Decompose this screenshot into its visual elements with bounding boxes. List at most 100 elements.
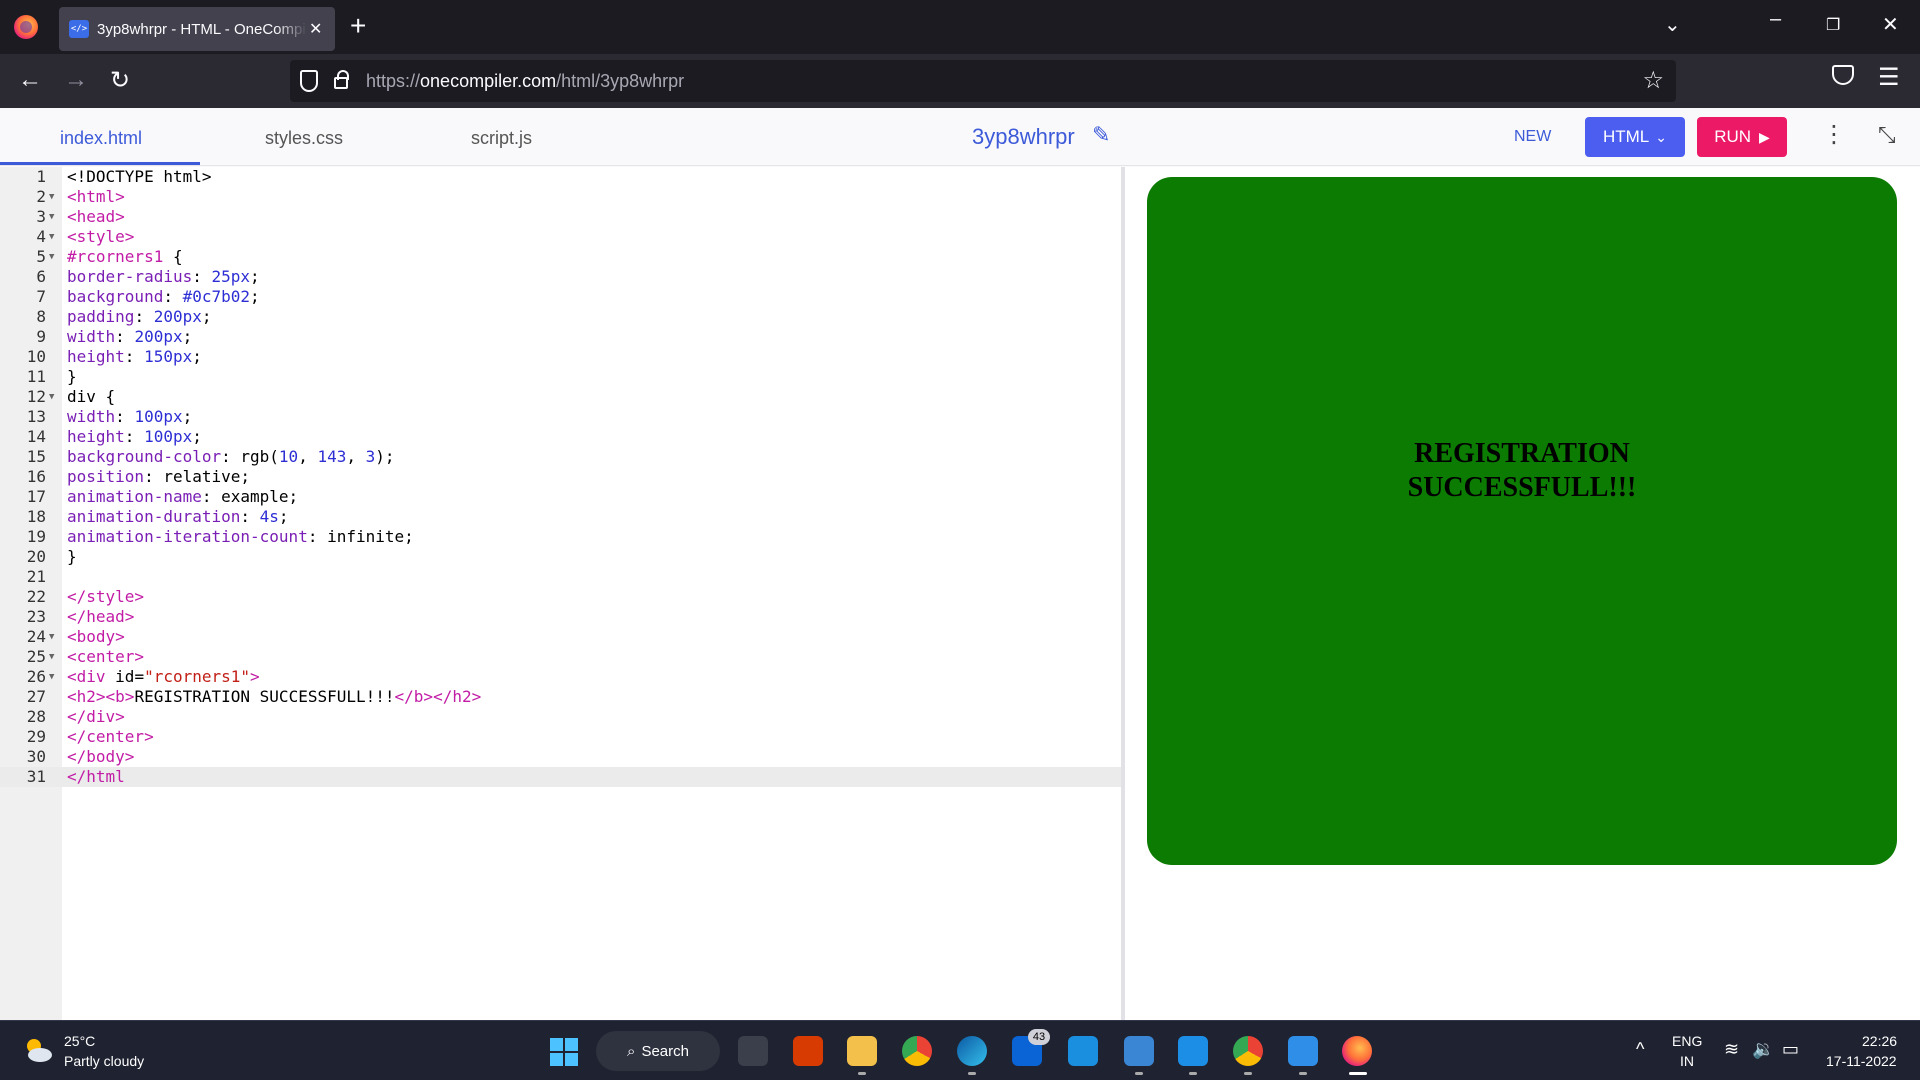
code-line[interactable]: 24 ▼ <body> xyxy=(0,627,1121,647)
new-tab-button[interactable]: + xyxy=(350,10,366,42)
wifi-icon[interactable]: ≋ xyxy=(1724,1039,1739,1060)
windows-taskbar: 25°C Partly cloudy ⌕ Search 43 ^ ENG IN … xyxy=(0,1020,1920,1080)
fold-arrow-icon[interactable]: ▼ xyxy=(49,627,54,647)
tab-list-chevron-icon[interactable]: ⌄ xyxy=(1664,12,1681,37)
input-region[interactable]: IN xyxy=(1680,1053,1694,1069)
fold-arrow-icon[interactable]: ▼ xyxy=(49,227,54,247)
code-lines[interactable]: 1 <!DOCTYPE html> 2 ▼ <html> 3 ▼ <head> 4 ▼ <style… xyxy=(0,167,1121,787)
partly-cloudy-icon[interactable] xyxy=(22,1035,54,1065)
code-line[interactable]: 11} xyxy=(0,367,1121,387)
close-window-button[interactable]: ✕ xyxy=(1882,12,1899,37)
code-line[interactable]: 12 ▼ div { xyxy=(0,387,1121,407)
code-text: background-color: rgb(10, 143, 3); xyxy=(67,447,395,467)
run-button[interactable]: RUN ▶ xyxy=(1697,117,1787,157)
code-editor[interactable]: 1 <!DOCTYPE html> 2 ▼ <html> 3 ▼ <head> 4 ▼ <style… xyxy=(0,167,1121,1020)
code-line[interactable]: 22 </style> xyxy=(0,587,1121,607)
fold-arrow-icon[interactable]: ▼ xyxy=(49,647,54,667)
code-line[interactable]: 13 width: 100px; xyxy=(0,407,1121,427)
tab-script-js[interactable]: script.js xyxy=(471,128,532,149)
vscode-icon[interactable] xyxy=(1178,1036,1208,1066)
pencil-edit-icon[interactable]: ✎ xyxy=(1092,122,1110,148)
code-token: ; xyxy=(182,407,193,426)
close-tab-icon[interactable]: ✕ xyxy=(309,19,322,39)
code-text: <center> xyxy=(67,647,144,667)
back-arrow-icon[interactable]: ← xyxy=(18,66,42,94)
forward-arrow-icon[interactable]: → xyxy=(64,66,88,94)
input-language[interactable]: ENG xyxy=(1672,1033,1702,1049)
task-view-icon[interactable] xyxy=(738,1036,768,1066)
code-line[interactable]: 31 </html xyxy=(0,767,1121,787)
clock-date[interactable]: 17-11-2022 xyxy=(1826,1053,1897,1069)
fold-arrow-icon[interactable]: ▼ xyxy=(49,247,54,267)
tab-index-html[interactable]: index.html xyxy=(60,128,142,149)
lock-icon[interactable] xyxy=(334,70,349,89)
weather-temperature[interactable]: 25°C xyxy=(64,1033,95,1049)
code-line[interactable]: 8 padding: 200px; xyxy=(0,307,1121,327)
code-line[interactable]: 17 animation-name: example; xyxy=(0,487,1121,507)
code-line[interactable]: 26 ▼ <div id="rcorners1"> xyxy=(0,667,1121,687)
tray-chevron-up-icon[interactable]: ^ xyxy=(1636,1039,1644,1060)
project-title[interactable]: 3yp8whrpr xyxy=(972,124,1075,150)
code-line[interactable]: 25 ▼ <center> xyxy=(0,647,1121,667)
code-line[interactable]: 15 background-color: rgb(10, 143, 3); xyxy=(0,447,1121,467)
tracking-shield-icon[interactable] xyxy=(300,70,318,92)
code-token: width xyxy=(67,407,116,426)
code-line[interactable]: 29 </center> xyxy=(0,727,1121,747)
more-options-icon[interactable]: ⋮ xyxy=(1822,120,1846,149)
bookmark-star-icon[interactable]: ☆ xyxy=(1642,66,1664,95)
fold-arrow-icon[interactable]: ▼ xyxy=(49,387,54,407)
code-line[interactable]: 30 </body> xyxy=(0,747,1121,767)
code-line[interactable]: 2 ▼ <html> xyxy=(0,187,1121,207)
code-line[interactable]: 10 height: 150px; xyxy=(0,347,1121,367)
code-line[interactable]: 21 xyxy=(0,567,1121,587)
remote-desktop-icon[interactable] xyxy=(1068,1036,1098,1066)
code-line[interactable]: 9 width: 200px; xyxy=(0,327,1121,347)
notepad-icon[interactable] xyxy=(1124,1036,1154,1066)
code-line[interactable]: 4 ▼ <style> xyxy=(0,227,1121,247)
fold-arrow-icon[interactable]: ▼ xyxy=(49,667,54,687)
url-text[interactable]: https://onecompiler.com/html/3yp8whrpr xyxy=(366,71,684,92)
code-line[interactable]: 19 animation-iteration-count: infinite; xyxy=(0,527,1121,547)
code-line[interactable]: 18 animation-duration: 4s; xyxy=(0,507,1121,527)
file-explorer-icon[interactable] xyxy=(847,1036,877,1066)
code-line[interactable]: 20} xyxy=(0,547,1121,567)
pocket-icon[interactable] xyxy=(1832,65,1854,85)
firefox-logo-icon[interactable] xyxy=(14,15,38,39)
chrome-icon[interactable] xyxy=(902,1036,932,1066)
fold-arrow-icon[interactable]: ▼ xyxy=(49,207,54,227)
edge-icon[interactable] xyxy=(957,1036,987,1066)
address-bar[interactable]: https://onecompiler.com/html/3yp8whrpr ☆ xyxy=(290,60,1676,102)
weather-description[interactable]: Partly cloudy xyxy=(64,1053,144,1069)
taskbar-search-button[interactable]: ⌕ Search xyxy=(596,1031,720,1071)
restore-window-button[interactable]: ❐ xyxy=(1826,15,1840,35)
reload-icon[interactable]: ↻ xyxy=(110,66,130,95)
browser-tab-active[interactable]: </> 3yp8whrpr - HTML - OneCompiler ✕ xyxy=(59,7,335,51)
code-line[interactable]: 5 ▼ #rcorners1 { xyxy=(0,247,1121,267)
code-line[interactable]: 28 </div> xyxy=(0,707,1121,727)
code-line[interactable]: 1 <!DOCTYPE html> xyxy=(0,167,1121,187)
code-line[interactable]: 6 border-radius: 25px; xyxy=(0,267,1121,287)
line-number: 18 xyxy=(26,507,46,526)
new-button[interactable]: NEW xyxy=(1514,128,1551,146)
chrome-profile-icon[interactable] xyxy=(1233,1036,1263,1066)
collapse-fullscreen-icon[interactable]: ⤡ xyxy=(1878,122,1896,148)
code-line[interactable]: 23 </head> xyxy=(0,607,1121,627)
fold-arrow-icon[interactable]: ▼ xyxy=(49,187,54,207)
hamburger-menu-icon[interactable]: ☰ xyxy=(1878,63,1900,92)
volume-icon[interactable]: 🔉 xyxy=(1752,1039,1774,1060)
code-line[interactable]: 3 ▼ <head> xyxy=(0,207,1121,227)
windows-start-icon[interactable] xyxy=(550,1038,578,1066)
paint-icon[interactable] xyxy=(1288,1036,1318,1066)
language-select-button[interactable]: HTML ⌄ xyxy=(1585,117,1685,157)
firefox-taskbar-icon[interactable] xyxy=(1342,1036,1372,1066)
code-line[interactable]: 16 position: relative; xyxy=(0,467,1121,487)
code-line[interactable]: 7 background: #0c7b02; xyxy=(0,287,1121,307)
code-line[interactable]: 27 <h2><b>REGISTRATION SUCCESSFULL!!!</b>… xyxy=(0,687,1121,707)
battery-icon[interactable]: ▭ xyxy=(1782,1039,1799,1060)
tab-styles-css[interactable]: styles.css xyxy=(265,128,343,149)
office-icon[interactable] xyxy=(793,1036,823,1066)
clock-time[interactable]: 22:26 xyxy=(1862,1033,1897,1049)
line-number: 5 xyxy=(36,247,46,266)
minimize-window-button[interactable]: – xyxy=(1770,8,1781,31)
code-line[interactable]: 14 height: 100px; xyxy=(0,427,1121,447)
